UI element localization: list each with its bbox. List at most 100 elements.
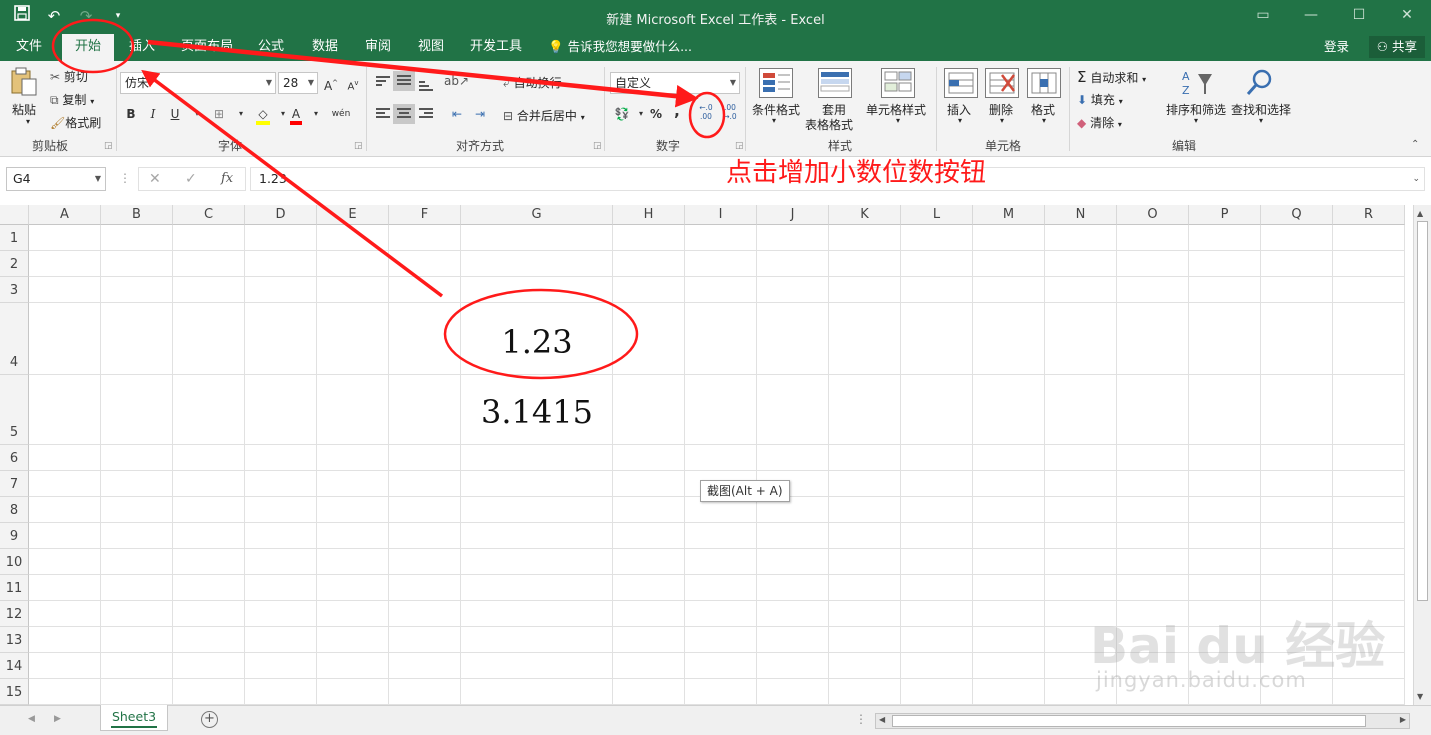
merge-center-button[interactable]: ⊟ 合并后居中 ▾ xyxy=(503,107,585,124)
column-header-O[interactable]: O xyxy=(1117,205,1189,225)
row-header-6[interactable]: 6 xyxy=(0,445,29,471)
phonetic-icon[interactable]: wén xyxy=(330,104,352,124)
underline-dropdown-icon[interactable]: ▾ xyxy=(186,104,208,124)
align-middle-icon[interactable] xyxy=(393,71,415,91)
scroll-up-icon[interactable]: ▲ xyxy=(1417,209,1423,218)
insert-function-icon[interactable]: fx xyxy=(221,171,233,186)
row-header-7[interactable]: 7 xyxy=(0,471,29,497)
row-header-4[interactable]: 4 xyxy=(0,303,29,375)
tab-developer[interactable]: 开发工具 xyxy=(462,34,530,61)
name-box[interactable]: G4 ▼ xyxy=(6,167,106,191)
column-header-H[interactable]: H xyxy=(613,205,685,225)
scroll-down-icon[interactable]: ▼ xyxy=(1417,692,1423,701)
paste-dropdown-icon[interactable]: ▾ xyxy=(26,117,30,126)
tab-splitter-icon[interactable]: ⋮ xyxy=(855,712,867,726)
insert-cells-icon[interactable] xyxy=(944,68,978,98)
font-color-icon[interactable]: A xyxy=(285,104,307,125)
row-header-3[interactable]: 3 xyxy=(0,277,29,303)
column-header-K[interactable]: K xyxy=(829,205,901,225)
clipboard-launcher-icon[interactable]: ◲ xyxy=(104,141,113,151)
sheet-next-icon[interactable]: ▶ xyxy=(54,714,61,724)
alignment-launcher-icon[interactable]: ◲ xyxy=(593,141,602,151)
close-icon[interactable]: ✕ xyxy=(1383,0,1431,30)
align-right-icon[interactable] xyxy=(419,108,433,120)
tab-home[interactable]: 开始 xyxy=(62,34,114,61)
font-color-dropdown-icon[interactable]: ▾ xyxy=(305,104,327,124)
maximize-icon[interactable]: ☐ xyxy=(1335,0,1383,30)
conditional-formatting-icon[interactable] xyxy=(759,68,793,98)
autosum-button[interactable]: Σ 自动求和 ▾ xyxy=(1077,68,1146,86)
sort-dropdown-icon[interactable]: ▾ xyxy=(1194,116,1198,125)
format-as-table-icon[interactable] xyxy=(818,68,852,98)
align-center-icon[interactable] xyxy=(393,104,415,124)
select-all-corner[interactable] xyxy=(0,205,29,225)
delete-dropdown-icon[interactable]: ▾ xyxy=(1000,116,1004,125)
tab-page-layout[interactable]: 页面布局 xyxy=(173,34,241,61)
fill-color-icon[interactable]: ◇ xyxy=(252,104,274,125)
tab-data[interactable]: 数据 xyxy=(304,34,346,61)
italic-button[interactable]: I xyxy=(142,104,164,124)
horizontal-scroll-thumb[interactable] xyxy=(892,715,1366,727)
paste-icon[interactable] xyxy=(10,67,38,97)
tell-me-box[interactable]: 💡 告诉我您想要做什么... xyxy=(548,34,692,59)
tab-formulas[interactable]: 公式 xyxy=(250,34,292,61)
underline-button[interactable]: U xyxy=(164,104,186,124)
copy-button[interactable]: ⧉ 复制 ▾ xyxy=(50,91,94,108)
comma-style-button[interactable]: , xyxy=(666,101,688,121)
format-cells-icon[interactable] xyxy=(1027,68,1061,98)
decrease-font-icon[interactable]: Av xyxy=(342,73,364,93)
column-header-D[interactable]: D xyxy=(245,205,317,225)
enter-icon[interactable]: ✓ xyxy=(185,171,197,187)
row-header-9[interactable]: 9 xyxy=(0,523,29,549)
collapse-ribbon-icon[interactable]: ⌃ xyxy=(1411,139,1419,150)
row-header-2[interactable]: 2 xyxy=(0,251,29,277)
clear-button[interactable]: ◆ 清除 ▾ xyxy=(1077,114,1122,131)
wrap-text-button[interactable]: ⤶ 自动换行 xyxy=(503,74,562,91)
column-header-G[interactable]: G xyxy=(461,205,613,225)
minimize-icon[interactable]: — xyxy=(1287,0,1335,30)
increase-indent-icon[interactable]: ⇥ xyxy=(469,104,491,124)
column-header-N[interactable]: N xyxy=(1045,205,1117,225)
tab-file[interactable]: 文件 xyxy=(8,34,50,61)
vertical-scrollbar[interactable]: ▲ ▼ xyxy=(1413,205,1431,705)
vertical-scroll-thumb[interactable] xyxy=(1417,221,1428,601)
find-dropdown-icon[interactable]: ▾ xyxy=(1259,116,1263,125)
align-bottom-icon[interactable] xyxy=(419,81,433,93)
column-header-L[interactable]: L xyxy=(901,205,973,225)
sheet-tab-active[interactable]: Sheet3 xyxy=(100,705,168,731)
login-link[interactable]: 登录 xyxy=(1324,34,1349,59)
row-header-8[interactable]: 8 xyxy=(0,497,29,523)
row-header-12[interactable]: 12 xyxy=(0,601,29,627)
decrease-decimal-icon[interactable]: .00 →.0 xyxy=(719,103,741,123)
row-header-10[interactable]: 10 xyxy=(0,549,29,575)
column-header-F[interactable]: F xyxy=(389,205,461,225)
number-format-box[interactable]: 自定义 ▼ xyxy=(610,72,740,94)
conditional-formatting-dropdown-icon[interactable]: ▾ xyxy=(772,116,776,125)
font-launcher-icon[interactable]: ◲ xyxy=(354,141,363,151)
cell-G5[interactable]: 3.1415 xyxy=(461,387,613,437)
fill-button[interactable]: ⬇ 填充 ▾ xyxy=(1077,91,1123,108)
tab-view[interactable]: 视图 xyxy=(410,34,452,61)
borders-icon[interactable]: ⊞ xyxy=(208,104,230,124)
paste-label[interactable]: 粘贴 xyxy=(12,101,36,118)
format-painter-button[interactable]: 🖌格式刷 xyxy=(50,114,101,131)
share-button[interactable]: ⚇ 共享 xyxy=(1368,36,1425,58)
number-launcher-icon[interactable]: ◲ xyxy=(735,141,744,151)
bold-button[interactable]: B xyxy=(120,104,142,124)
cell-styles-icon[interactable] xyxy=(881,68,915,98)
cell-styles-dropdown-icon[interactable]: ▾ xyxy=(896,116,900,125)
column-header-E[interactable]: E xyxy=(317,205,389,225)
column-header-C[interactable]: C xyxy=(173,205,245,225)
row-header-1[interactable]: 1 xyxy=(0,225,29,251)
align-top-icon[interactable] xyxy=(376,76,390,88)
row-header-5[interactable]: 5 xyxy=(0,375,29,445)
add-sheet-icon[interactable]: + xyxy=(201,711,218,728)
format-as-table-label-2[interactable]: 表格格式 xyxy=(805,116,853,133)
ribbon-display-icon[interactable]: ▭ xyxy=(1239,0,1287,30)
column-header-Q[interactable]: Q xyxy=(1261,205,1333,225)
row-header-14[interactable]: 14 xyxy=(0,653,29,679)
orientation-icon[interactable]: ab↗ xyxy=(444,71,469,91)
row-header-15[interactable]: 15 xyxy=(0,679,29,705)
align-left-icon[interactable] xyxy=(376,108,390,120)
decrease-indent-icon[interactable]: ⇤ xyxy=(446,104,468,124)
